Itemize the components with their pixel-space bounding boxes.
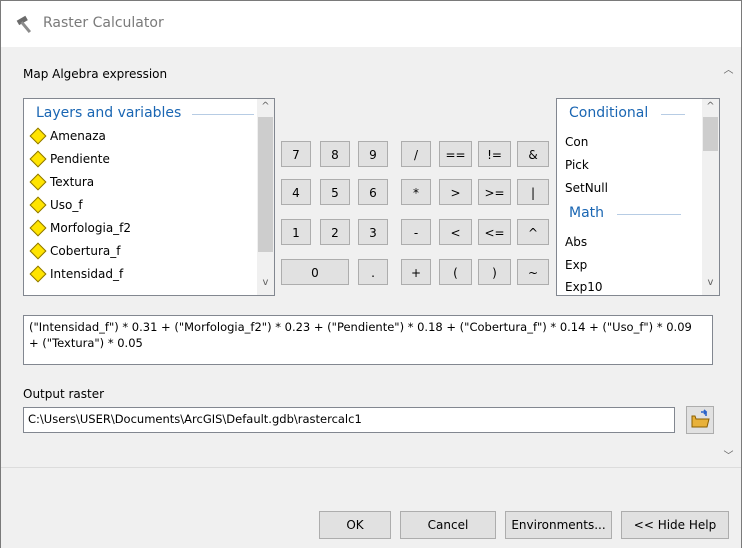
scroll-up-icon[interactable]: ^ bbox=[257, 101, 274, 112]
raster-layer-icon bbox=[29, 265, 47, 283]
conditional-header: Conditional bbox=[569, 105, 649, 121]
scroll-thumb[interactable] bbox=[703, 117, 718, 151]
header-divider bbox=[661, 114, 685, 115]
raster-layer-icon bbox=[29, 219, 47, 237]
key-close-paren[interactable]: ) bbox=[478, 259, 511, 285]
list-item[interactable]: Cobertura_f bbox=[29, 242, 120, 260]
ok-button[interactable]: OK bbox=[319, 511, 391, 539]
layers-header: Layers and variables bbox=[36, 105, 182, 121]
key-0[interactable]: 0 bbox=[281, 259, 349, 285]
key-divide[interactable]: / bbox=[401, 141, 431, 167]
key-8[interactable]: 8 bbox=[320, 141, 350, 167]
list-item[interactable]: Morfologia_f2 bbox=[29, 219, 131, 237]
raster-layer-icon bbox=[29, 242, 47, 260]
function-exp10[interactable]: Exp10 bbox=[565, 280, 603, 294]
key-multiply[interactable]: * bbox=[401, 179, 431, 205]
layers-scrollbar[interactable]: ^ v bbox=[257, 99, 274, 295]
list-item[interactable]: Pendiente bbox=[29, 150, 110, 168]
browse-button[interactable] bbox=[686, 406, 714, 434]
function-abs[interactable]: Abs bbox=[565, 235, 587, 249]
raster-layer-icon bbox=[29, 127, 47, 145]
raster-layer-icon bbox=[29, 196, 47, 214]
key-power[interactable]: ^ bbox=[517, 219, 549, 245]
list-item[interactable]: Textura bbox=[29, 173, 94, 191]
key-not-equal[interactable]: != bbox=[478, 141, 511, 167]
key-1[interactable]: 1 bbox=[281, 219, 311, 245]
title-bar: Raster Calculator bbox=[1, 1, 741, 47]
function-setnull[interactable]: SetNull bbox=[565, 181, 608, 195]
key-and[interactable]: & bbox=[517, 141, 549, 167]
list-item[interactable]: Intensidad_f bbox=[29, 265, 123, 283]
function-exp[interactable]: Exp bbox=[565, 258, 587, 272]
header-divider bbox=[192, 114, 254, 115]
header-divider bbox=[617, 214, 681, 215]
key-9[interactable]: 9 bbox=[358, 141, 388, 167]
environments-button[interactable]: Environments... bbox=[505, 511, 612, 539]
key-7[interactable]: 7 bbox=[281, 141, 311, 167]
list-item[interactable]: Uso_f bbox=[29, 196, 83, 214]
output-raster-value: C:\Users\USER\Documents\ArcGIS\Default.g… bbox=[28, 412, 362, 426]
raster-layer-icon bbox=[29, 173, 47, 191]
key-greater-equal[interactable]: >= bbox=[478, 179, 511, 205]
scroll-up-icon[interactable]: ^ bbox=[702, 101, 719, 112]
key-3[interactable]: 3 bbox=[358, 219, 388, 245]
key-minus[interactable]: - bbox=[401, 219, 431, 245]
scroll-down-icon[interactable]: ﹀ bbox=[720, 447, 737, 462]
cancel-button[interactable]: Cancel bbox=[400, 511, 496, 539]
key-5[interactable]: 5 bbox=[320, 179, 350, 205]
output-raster-input[interactable]: C:\Users\USER\Documents\ArcGIS\Default.g… bbox=[23, 407, 675, 433]
function-con[interactable]: Con bbox=[565, 135, 588, 149]
expression-textbox[interactable]: ("Intensidad_f") * 0.31 + ("Morfologia_f… bbox=[23, 315, 713, 365]
key-greater[interactable]: > bbox=[439, 179, 472, 205]
open-folder-icon bbox=[691, 409, 710, 428]
scroll-thumb[interactable] bbox=[258, 117, 273, 252]
layers-list[interactable]: Layers and variables Amenaza Pendiente T… bbox=[23, 98, 275, 296]
key-2[interactable]: 2 bbox=[320, 219, 350, 245]
window-title: Raster Calculator bbox=[43, 15, 164, 31]
output-raster-label: Output raster bbox=[23, 387, 105, 401]
key-open-paren[interactable]: ( bbox=[439, 259, 472, 285]
key-or[interactable]: | bbox=[517, 179, 549, 205]
key-less[interactable]: < bbox=[439, 219, 472, 245]
key-equal[interactable]: == bbox=[439, 141, 472, 167]
scroll-up-icon[interactable]: ︿ bbox=[720, 61, 737, 76]
key-plus[interactable]: + bbox=[401, 259, 431, 285]
key-6[interactable]: 6 bbox=[358, 179, 388, 205]
expression-text: ("Intensidad_f") * 0.31 + ("Morfologia_f… bbox=[29, 320, 692, 350]
key-decimal[interactable]: . bbox=[358, 259, 388, 285]
key-not[interactable]: ~ bbox=[517, 259, 549, 285]
key-4[interactable]: 4 bbox=[281, 179, 311, 205]
scroll-down-icon[interactable]: v bbox=[702, 277, 719, 288]
raster-calculator-dialog: Raster Calculator ︿ ﹀ Map Algebra expres… bbox=[0, 0, 742, 548]
function-pick[interactable]: Pick bbox=[565, 158, 589, 172]
hide-help-button[interactable]: << Hide Help bbox=[621, 511, 729, 539]
expression-label: Map Algebra expression bbox=[23, 67, 168, 81]
scroll-down-icon[interactable]: v bbox=[257, 277, 274, 288]
key-less-equal[interactable]: <= bbox=[478, 219, 511, 245]
math-header: Math bbox=[569, 205, 605, 221]
functions-list[interactable]: Conditional Con Pick SetNull Math Abs Ex… bbox=[556, 98, 720, 296]
dialog-scrollbar[interactable]: ︿ ﹀ bbox=[720, 47, 741, 467]
raster-layer-icon bbox=[29, 150, 47, 168]
hammer-icon bbox=[16, 15, 32, 34]
functions-scrollbar[interactable]: ^ v bbox=[702, 99, 719, 295]
list-item[interactable]: Amenaza bbox=[29, 127, 106, 145]
